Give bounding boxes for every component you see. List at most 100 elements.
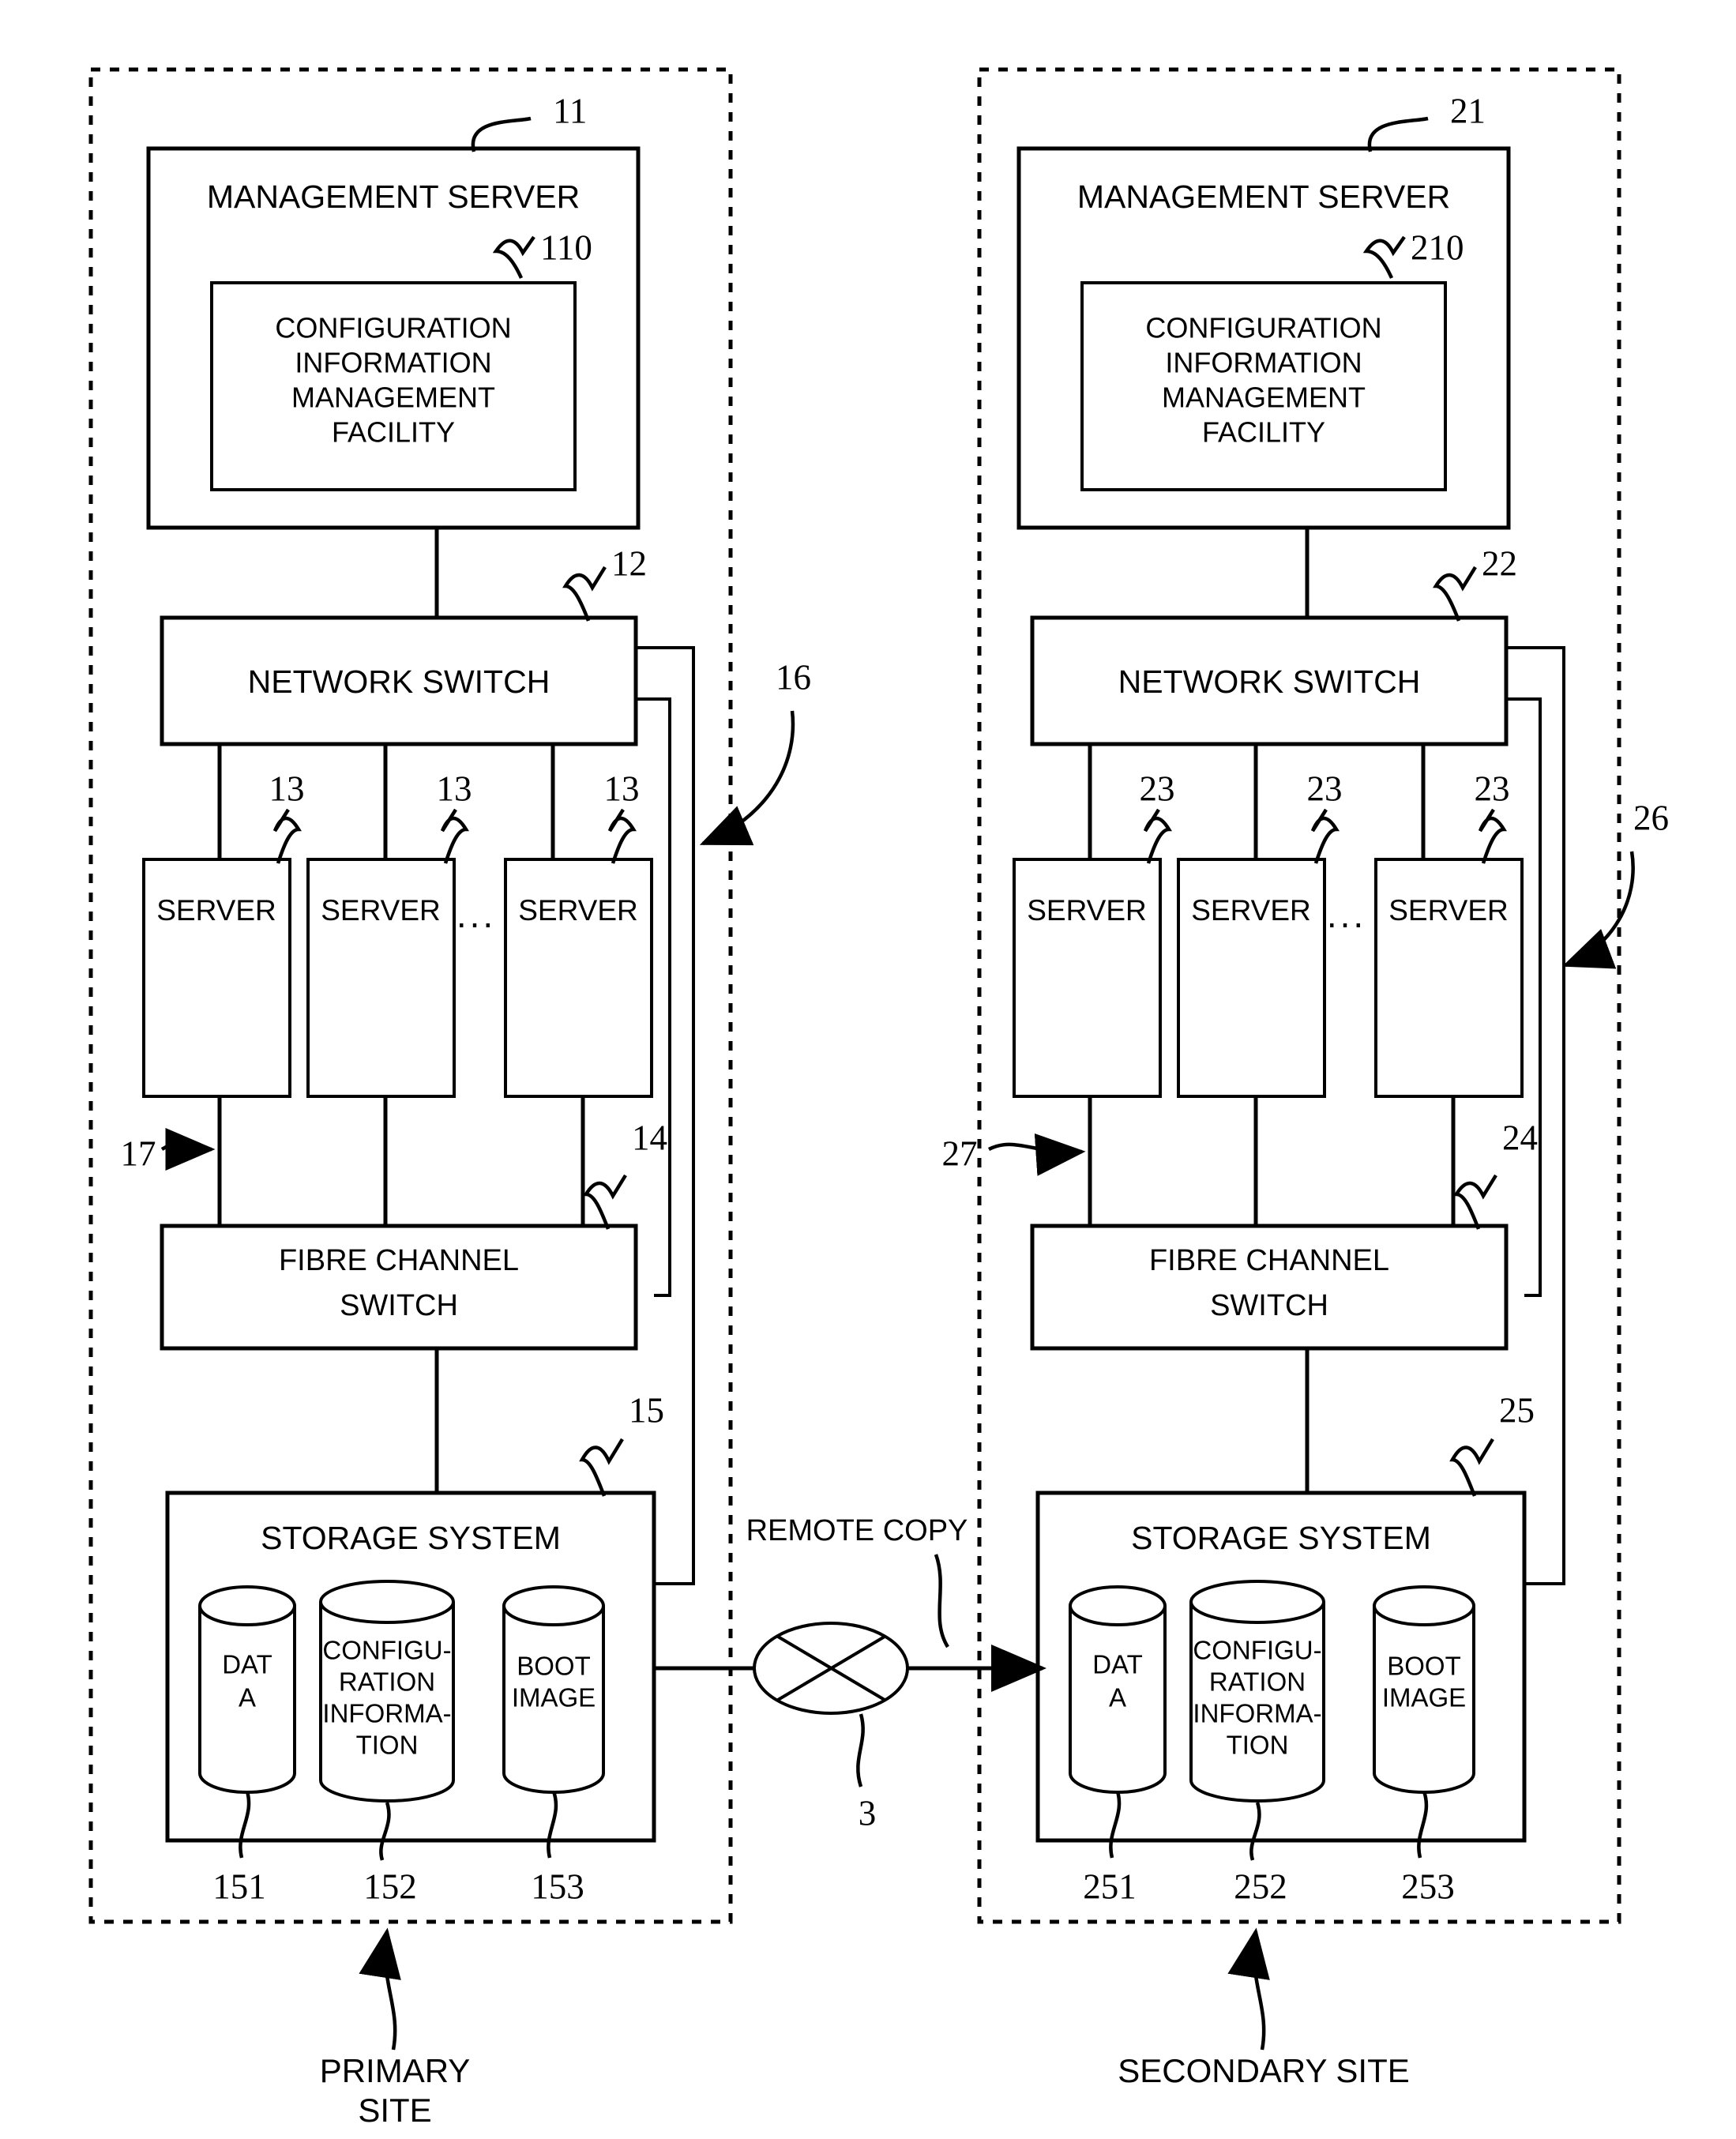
- ref-13-a: 13: [269, 769, 305, 808]
- fc-switch-line1: FIBRE CHANNEL: [279, 1244, 519, 1277]
- ref-12: 12: [611, 543, 647, 583]
- config-line-4: FACILITY: [332, 416, 455, 449]
- volume-boot: BOOT IMAGE 153: [502, 1585, 605, 1906]
- ref-leader-3: [856, 1713, 865, 1788]
- primary-servers: SERVER SERVER ... SERVER: [142, 858, 653, 1098]
- config-line-1-2: CONFIGURATION: [1145, 312, 1381, 344]
- ref-leader-110: [492, 235, 535, 279]
- ref-15: 15: [629, 1390, 664, 1430]
- ref-23-c: 23: [1475, 769, 1510, 808]
- ref-26-annotation: 26: [1561, 798, 1669, 969]
- secondary-network-switch: 22 NETWORK SWITCH: [1030, 543, 1517, 746]
- ref-leader-13-b: [440, 808, 469, 864]
- config-line-2-2: INFORMATION: [1165, 347, 1362, 379]
- volume-boot-2: BOOT IMAGE 253: [1373, 1585, 1475, 1906]
- ref-leader-17: [160, 1127, 216, 1171]
- remote-copy-label: REMOTE COPY: [746, 1514, 968, 1547]
- ref-14: 14: [632, 1118, 667, 1157]
- ref-13-c: 13: [604, 769, 640, 808]
- volume-config-line3: INFORMA-: [322, 1699, 451, 1728]
- ref-leader-16: [699, 710, 795, 846]
- ref-leader-23-c: [1478, 808, 1507, 864]
- primary-network-switch: 12 NETWORK SWITCH: [160, 543, 647, 746]
- ref-16-annotation: 16: [699, 657, 811, 846]
- management-server-label: MANAGEMENT SERVER: [207, 179, 580, 215]
- volume-boot-line1-2: BOOT: [1387, 1652, 1461, 1681]
- diagram-svg: MANAGEMENT SERVER 11 110 CONFIGURATION I…: [88, 67, 1669, 2129]
- ref-24: 24: [1502, 1118, 1538, 1157]
- secondary-storage-system: 25 STORAGE SYSTEM DAT A 251 CONFIGU- RAT…: [1035, 1390, 1535, 1906]
- primary-fc-switch: 14 FIBRE CHANNEL SWITCH: [160, 1118, 667, 1351]
- ref-leader-151: [239, 1791, 251, 1859]
- ref-leader-13-a: [272, 808, 302, 864]
- ref-251: 251: [1083, 1866, 1137, 1906]
- volume-data-2: DAT A 251: [1069, 1585, 1167, 1906]
- ref-leader-23-b: [1310, 808, 1340, 864]
- remote-copy-link: REMOTE COPY 3: [654, 1514, 1046, 1833]
- ref-153: 153: [531, 1866, 584, 1906]
- ref-27-annotation: 27: [942, 1133, 1086, 1176]
- site-secondary: MANAGEMENT SERVER 21 210 CONFIGURATION I…: [942, 67, 1669, 2089]
- server-refs-primary: 13 13 13: [269, 769, 640, 864]
- ref-leader-153: [547, 1791, 558, 1859]
- fc-switch-line1-2: FIBRE CHANNEL: [1149, 1244, 1389, 1277]
- ref-210: 210: [1411, 227, 1464, 267]
- fc-switch-line2: SWITCH: [340, 1289, 458, 1322]
- ref-leader-27: [987, 1133, 1086, 1176]
- volume-boot-line1: BOOT: [517, 1652, 591, 1681]
- server-ellipsis: ...: [457, 894, 496, 935]
- ref-leader-14: [583, 1174, 627, 1230]
- volume-config-2: CONFIGU- RATION INFORMA- TION 252: [1189, 1580, 1325, 1906]
- server-label-1: SERVER: [156, 894, 276, 927]
- ref-23-b: 23: [1307, 769, 1343, 808]
- ref-3: 3: [859, 1793, 877, 1833]
- ref-leader-26: [1561, 851, 1635, 969]
- server-label-2: SERVER: [321, 894, 441, 927]
- volume-config: CONFIGU- RATION INFORMA- TION 152: [319, 1580, 455, 1906]
- secondary-servers: SERVER SERVER ... SERVER: [1013, 858, 1524, 1098]
- ref-leader-12: [562, 566, 607, 622]
- storage-system-label-2: STORAGE SYSTEM: [1131, 1520, 1431, 1556]
- server-label-3-2: SERVER: [1388, 894, 1509, 927]
- ref-leader-251: [1109, 1791, 1122, 1859]
- server-label-2-2: SERVER: [1191, 894, 1311, 927]
- ref-17-annotation: 17: [121, 1127, 216, 1173]
- volume-data-line1: DAT: [222, 1650, 272, 1679]
- volume-data-line1-2: DAT: [1092, 1650, 1143, 1679]
- ref-17: 17: [121, 1133, 156, 1173]
- site-primary: MANAGEMENT SERVER 11 110 CONFIGURATION I…: [88, 67, 811, 2129]
- config-line-2: INFORMATION: [295, 347, 491, 379]
- remote-copy-label-leader: [934, 1554, 949, 1648]
- volume-config-line4-2: TION: [1227, 1731, 1289, 1760]
- ref-253: 253: [1401, 1866, 1455, 1906]
- secondary-site-caption-line1: SECONDARY SITE: [1118, 2052, 1410, 2089]
- ref-21: 21: [1450, 91, 1486, 130]
- server-label-3: SERVER: [518, 894, 638, 927]
- patent-figure-canvas: MANAGEMENT SERVER 11 110 CONFIGURATION I…: [0, 0, 1736, 2139]
- ref-23-a: 23: [1140, 769, 1175, 808]
- network-switch-label-2: NETWORK SWITCH: [1118, 664, 1421, 700]
- volume-data-line2: A: [239, 1683, 256, 1712]
- ref-151: 151: [212, 1866, 266, 1906]
- fc-switch-line2-2: SWITCH: [1210, 1289, 1328, 1322]
- secondary-fc-switch: 24 FIBRE CHANNEL SWITCH: [1030, 1118, 1538, 1351]
- volume-config-line3-2: INFORMA-: [1193, 1699, 1321, 1728]
- ref-leader-252: [1249, 1802, 1261, 1861]
- management-server-label-2: MANAGEMENT SERVER: [1077, 179, 1450, 215]
- ref-22: 22: [1482, 543, 1517, 583]
- server-ellipsis-2: ...: [1327, 894, 1366, 935]
- server-refs-secondary: 23 23 23: [1140, 769, 1510, 864]
- config-line-4-2: FACILITY: [1202, 416, 1325, 449]
- volume-config-line2: RATION: [339, 1667, 435, 1697]
- server-label-1-2: SERVER: [1027, 894, 1147, 927]
- ref-leader-24: [1453, 1174, 1497, 1230]
- volume-data: DAT A 151: [198, 1585, 296, 1906]
- ref-leader-25: [1449, 1438, 1494, 1497]
- ref-26: 26: [1633, 798, 1669, 837]
- volume-config-line1: CONFIGU-: [322, 1636, 451, 1665]
- config-line-1: CONFIGURATION: [275, 312, 511, 344]
- primary-site-caption-line2: SITE: [358, 2092, 431, 2129]
- config-line-3: MANAGEMENT: [291, 382, 495, 414]
- secondary-management-server: MANAGEMENT SERVER 21 210 CONFIGURATION I…: [1016, 91, 1511, 530]
- ref-leader-22: [1433, 566, 1477, 622]
